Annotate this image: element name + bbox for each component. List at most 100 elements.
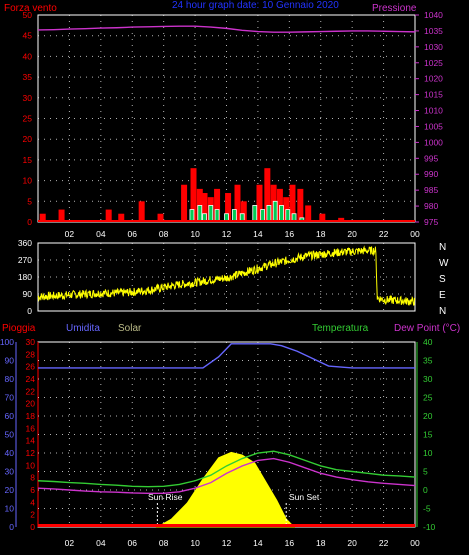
- temperature-tick-label: 20: [423, 411, 433, 421]
- time-tick-label: 12: [222, 229, 232, 239]
- pressure-tick-label: 1025: [424, 58, 443, 68]
- time-tick-label: 22: [379, 538, 389, 548]
- time-tick-label: 14: [253, 229, 263, 239]
- wind-avg-bar: [252, 205, 258, 223]
- temperature-tick-label: 15: [423, 430, 433, 440]
- wind-tick-label: 50: [23, 10, 33, 20]
- wind-avg-bar: [197, 205, 203, 223]
- wind-tick-label: 35: [23, 72, 33, 82]
- humidity-label: Umidita: [66, 323, 100, 334]
- time-tick-label: 00: [410, 229, 420, 239]
- pressure-tick-label: 1010: [424, 106, 443, 116]
- sunset-label: Sun Set: [289, 492, 320, 502]
- time-tick-label: 20: [347, 538, 357, 548]
- wind-avg-bar: [266, 205, 272, 223]
- wind-tick-label: 45: [23, 31, 33, 41]
- rain-label: Pioggia: [2, 323, 36, 334]
- time-tick-label: 06: [128, 229, 138, 239]
- wind-tick-label: 30: [23, 93, 33, 103]
- wind-tick-label: 20: [23, 134, 33, 144]
- time-tick-label: 14: [253, 538, 263, 548]
- time-tick-label: 02: [65, 229, 75, 239]
- time-tick-label: 08: [159, 229, 169, 239]
- wind-gust-bar: [305, 205, 312, 222]
- wind-tick-label: 40: [23, 51, 33, 61]
- humidity-tick-label: 60: [5, 411, 15, 421]
- direction-label-s: S: [439, 274, 446, 285]
- pressure-tick-label: 1000: [424, 137, 443, 147]
- direction-label-e: E: [439, 290, 446, 301]
- rain-tick-label: 8: [30, 473, 35, 483]
- humidity-tick-label: 0: [9, 522, 14, 532]
- rain-tick-label: 6: [30, 485, 35, 495]
- wind-avg-bar: [272, 200, 278, 223]
- direction-tick-label: 90: [23, 289, 33, 299]
- sunrise-label: Sun Rise: [148, 492, 183, 502]
- dewpoint-label: Dew Point (°C): [394, 323, 460, 334]
- weather-graph: Forza vento 24 hour graph date: 10 Genna…: [0, 0, 469, 555]
- direction-label-n-top: N: [439, 242, 446, 253]
- pressure-tick-label: 995: [424, 153, 438, 163]
- temperature-tick-label: 40: [423, 337, 433, 347]
- wind-tick-label: 0: [27, 217, 32, 227]
- temperature-tick-label: -10: [423, 522, 436, 532]
- direction-tick-label: 360: [18, 238, 32, 248]
- rain-tick-label: 28: [26, 349, 36, 359]
- solar-label: Solar: [118, 323, 142, 334]
- wind-tick-label: 10: [23, 176, 33, 186]
- wind-gust-bar: [181, 184, 188, 222]
- pressure-tick-label: 980: [424, 201, 438, 211]
- pressure-tick-label: 985: [424, 185, 438, 195]
- humidity-tick-label: 100: [0, 337, 14, 347]
- temperature-tick-label: 35: [423, 356, 433, 366]
- direction-tick-label: 270: [18, 255, 32, 265]
- humidity-tick-label: 50: [5, 430, 15, 440]
- direction-label-w: W: [439, 258, 449, 269]
- rain-tick-label: 14: [26, 436, 36, 446]
- temperature-tick-label: 5: [423, 467, 428, 477]
- rain-tick-label: 12: [26, 448, 36, 458]
- time-tick-label: 10: [190, 229, 200, 239]
- time-tick-label: 20: [347, 229, 357, 239]
- time-tick-label: 06: [128, 538, 138, 548]
- pressure-tick-label: 1030: [424, 42, 443, 52]
- pressure-tick-label: 1035: [424, 26, 443, 36]
- humidity-tick-label: 80: [5, 374, 15, 384]
- time-tick-label: 18: [316, 538, 326, 548]
- wind-tick-label: 15: [23, 155, 33, 165]
- wind-gust-bar: [297, 188, 304, 222]
- time-tick-label: 16: [285, 229, 295, 239]
- direction-tick-label: 0: [27, 306, 32, 316]
- time-tick-label: 12: [222, 538, 232, 548]
- pressure-tick-label: 975: [424, 217, 438, 227]
- humidity-tick-label: 10: [5, 504, 15, 514]
- rain-tick-label: 22: [26, 386, 36, 396]
- pressure-tick-label: 1040: [424, 10, 443, 20]
- time-tick-label: 08: [159, 538, 169, 548]
- temperature-tick-label: 25: [423, 393, 433, 403]
- direction-label-n-bottom: N: [439, 306, 446, 317]
- humidity-tick-label: 40: [5, 448, 15, 458]
- pressure-tick-label: 1005: [424, 121, 443, 131]
- rain-tick-label: 24: [26, 374, 36, 384]
- pressure-tick-label: 990: [424, 169, 438, 179]
- humidity-tick-label: 90: [5, 356, 15, 366]
- time-tick-label: 00: [410, 538, 420, 548]
- wind-tick-label: 5: [27, 196, 32, 206]
- wind-avg-bar: [208, 205, 214, 223]
- wind-avg-bar: [279, 205, 284, 223]
- rain-tick-label: 10: [26, 460, 36, 470]
- humidity-tick-label: 20: [5, 485, 15, 495]
- temperature-tick-label: 30: [423, 374, 433, 384]
- time-tick-label: 04: [96, 229, 106, 239]
- rain-tick-label: 0: [30, 522, 35, 532]
- rain-bar: [38, 524, 415, 527]
- temperature-tick-label: 10: [423, 448, 433, 458]
- rain-tick-label: 26: [26, 362, 36, 372]
- time-tick-label: 10: [190, 538, 200, 548]
- wind-gust-bar: [138, 201, 145, 222]
- time-tick-label: 04: [96, 538, 106, 548]
- direction-tick-label: 180: [18, 272, 32, 282]
- rain-tick-label: 18: [26, 411, 36, 421]
- wind-tick-label: 25: [23, 114, 33, 124]
